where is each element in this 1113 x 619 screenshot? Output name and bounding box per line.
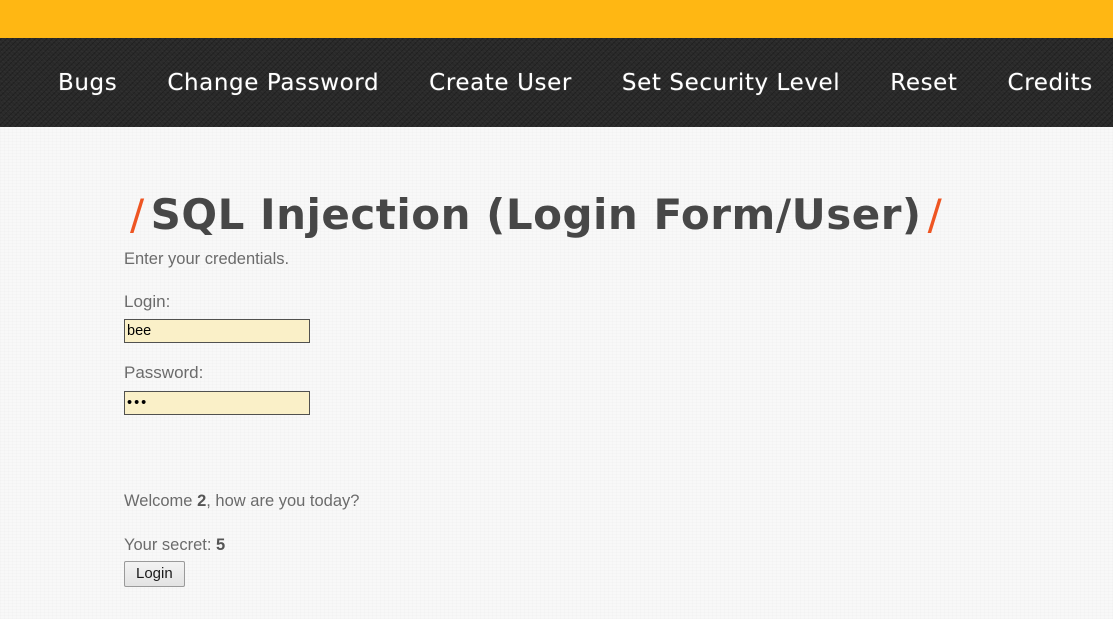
title-slash-left: / (130, 190, 145, 240)
bwapp-logo-text: bWAPP (0, 0, 1113, 7)
password-input[interactable] (124, 391, 310, 415)
nav-list: Bugs Change Password Create User Set Sec… (58, 38, 1113, 127)
main-content: / SQL Injection (Login Form/User) / Enter … (0, 127, 1113, 619)
secret-prefix: Your secret: (124, 536, 217, 554)
title-slash-right: / (927, 190, 943, 240)
secret-message: Your secret: 5 (124, 536, 225, 555)
welcome-message: Welcome 2, how are you today? (124, 492, 359, 511)
page-title: / SQL Injection (Login Form/User) / (124, 190, 948, 239)
top-banner: bWAPP (0, 0, 1113, 38)
welcome-prefix: Welcome (124, 492, 198, 510)
login-label: Login: (124, 292, 171, 311)
nav-item-create-user[interactable]: Create User (429, 70, 572, 96)
page-title-text: SQL Injection (Login Form/User) (150, 190, 922, 240)
nav-item-reset[interactable]: Reset (890, 70, 957, 96)
password-label: Password: (124, 363, 204, 382)
login-input[interactable] (124, 319, 310, 343)
secret-value: 5 (216, 536, 226, 554)
nav-item-set-security-level[interactable]: Set Security Level (622, 70, 840, 96)
login-submit-button[interactable]: Login (124, 561, 185, 587)
welcome-value: 2 (197, 492, 207, 510)
welcome-suffix: , how are you today? (206, 492, 360, 510)
main-navbar: Bugs Change Password Create User Set Sec… (0, 38, 1113, 127)
nav-item-change-password[interactable]: Change Password (167, 70, 379, 96)
nav-item-credits[interactable]: Credits (1008, 70, 1093, 96)
intro-text: Enter your credentials. (124, 250, 290, 268)
nav-item-bugs[interactable]: Bugs (58, 70, 117, 96)
